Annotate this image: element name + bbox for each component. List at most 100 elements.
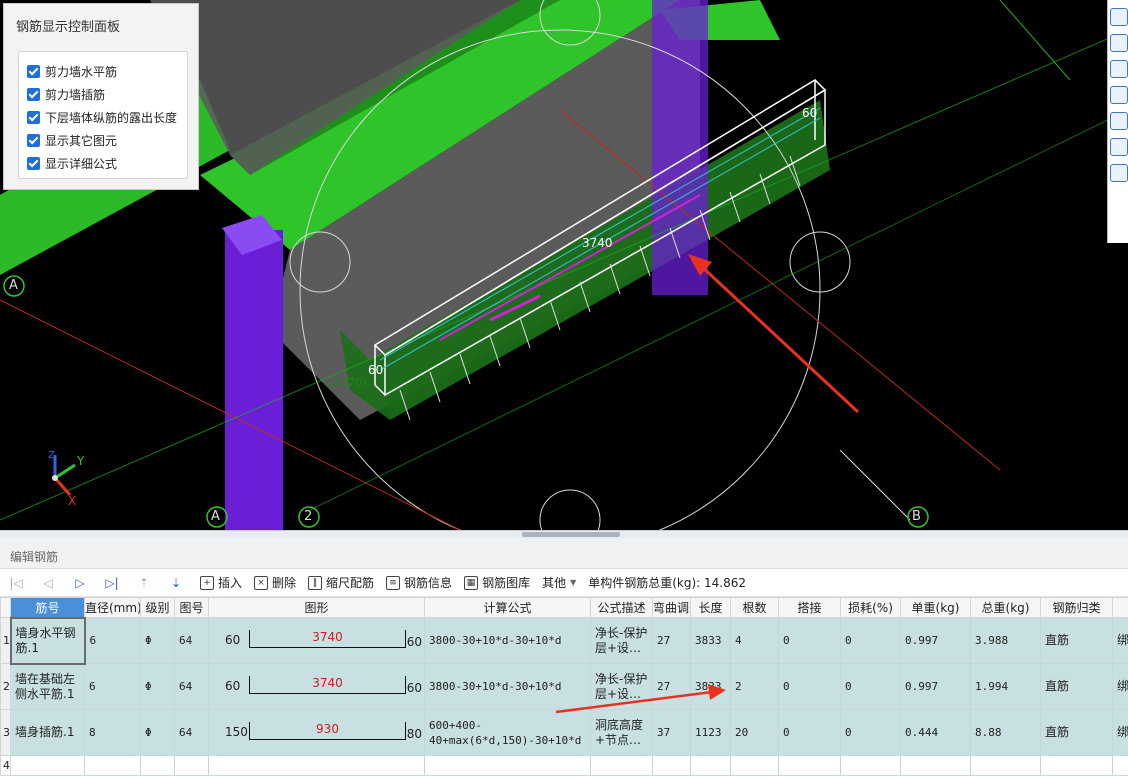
view-box-icon[interactable] <box>1110 60 1128 78</box>
checkbox-checked-icon[interactable] <box>27 157 40 170</box>
cell-length[interactable]: 3833 <box>690 617 731 664</box>
cell-count[interactable]: 2 <box>730 663 779 710</box>
header-count[interactable]: 根数 <box>730 597 779 618</box>
cell-length[interactable]: 3833 <box>690 663 731 710</box>
header-extra[interactable] <box>1112 597 1128 618</box>
cell-bar-name[interactable]: 墙在基础左侧水平筋.1 <box>10 663 85 710</box>
cell-shape[interactable]: 60 3740 60 <box>208 617 425 664</box>
cell-formula[interactable]: 3800-30+10*d-30+10*d <box>424 617 591 664</box>
header-lap[interactable]: 搭接 <box>778 597 841 618</box>
next-record-icon[interactable]: ▷ <box>72 576 88 590</box>
panel-splitter[interactable] <box>0 530 1128 538</box>
last-record-icon[interactable]: ▷| <box>104 576 120 590</box>
move-up-icon[interactable]: ⇡ <box>136 576 152 590</box>
cell-grade[interactable]: Φ <box>140 709 175 756</box>
cell-grade[interactable]: Φ <box>140 617 175 664</box>
cell-diameter[interactable]: 6 <box>84 617 141 664</box>
cell-figure-no[interactable]: 64 <box>174 617 209 664</box>
header-figure-no[interactable]: 图号 <box>174 597 209 618</box>
orbit-view-icon[interactable] <box>1110 8 1128 26</box>
cell-grade[interactable]: Φ <box>140 663 175 710</box>
prev-record-icon[interactable]: ◁ <box>40 576 56 590</box>
header-grade[interactable]: 级别 <box>140 597 175 618</box>
header-length[interactable]: 长度 <box>690 597 731 618</box>
row-number[interactable]: 4 <box>0 755 11 776</box>
header-diameter[interactable]: 直径(mm) <box>84 597 141 618</box>
cell-lap[interactable]: 0 <box>778 709 841 756</box>
header-total-weight[interactable]: 总重(kg) <box>970 597 1041 618</box>
cell-extra[interactable]: 绑 <box>1112 617 1128 664</box>
cell-formula[interactable]: 3800-30+10*d-30+10*d <box>424 663 591 710</box>
cell-shape[interactable]: 60 3740 60 <box>208 663 425 710</box>
cell-bend-adjust[interactable]: 27 <box>652 663 691 710</box>
checkbox-checked-icon[interactable] <box>27 88 40 101</box>
cell-shape[interactable]: 150 930 80 <box>208 709 425 756</box>
table-row[interactable]: 3 墙身插筋.1 8 Φ 64 150 930 80 600+400-40+max(… <box>0 709 1128 756</box>
first-record-icon[interactable]: |◁ <box>8 576 24 590</box>
insert-button[interactable]: + 插入 <box>200 574 242 591</box>
header-unit-weight[interactable]: 单重(kg) <box>900 597 971 618</box>
cell-formula-desc[interactable]: 洞底高度+节点… <box>590 709 653 756</box>
cell-extra[interactable]: 绑 <box>1112 663 1128 710</box>
checkbox-checked-icon[interactable] <box>27 111 40 124</box>
cell-loss[interactable]: 0 <box>840 709 901 756</box>
cell-bend-adjust[interactable]: 27 <box>652 617 691 664</box>
rebar-library-button[interactable]: ▦ 钢筋图库 <box>464 574 530 591</box>
cell-total-weight[interactable]: 3.988 <box>970 617 1041 664</box>
cell-unit-weight[interactable]: 0.997 <box>900 617 971 664</box>
cell-bend-adjust[interactable]: 37 <box>652 709 691 756</box>
cell-bar-name[interactable]: 墙身插筋.1 <box>10 709 85 756</box>
row-number[interactable]: 2 <box>0 663 11 710</box>
3d-viewport[interactable]: 60 3740 60 (1070) A A 2 B X Y Z 钢筋显示控制面板… <box>0 0 1128 530</box>
delete-button[interactable]: × 删除 <box>254 574 296 591</box>
cell-count[interactable]: 4 <box>730 617 779 664</box>
properties-icon[interactable] <box>1110 164 1128 182</box>
row-number[interactable]: 1 <box>0 617 11 664</box>
row-number[interactable]: 3 <box>0 709 11 756</box>
cell-unit-weight[interactable]: 0.997 <box>900 663 971 710</box>
option-lower-wall-exposed[interactable]: 下层墙体纵筋的露出长度 <box>27 106 187 129</box>
option-show-other-elements[interactable]: 显示其它图元 <box>27 129 187 152</box>
option-show-detail-formula[interactable]: 显示详细公式 <box>27 152 187 175</box>
cell-figure-no[interactable]: 64 <box>174 663 209 710</box>
cell-figure-no[interactable]: 64 <box>174 709 209 756</box>
top-view-icon[interactable] <box>1110 86 1128 104</box>
checkbox-checked-icon[interactable] <box>27 65 40 78</box>
cell-formula[interactable]: 600+400-40+max(6*d,150)-30+10*d <box>424 709 591 756</box>
move-down-icon[interactable]: ⇣ <box>168 576 184 590</box>
cell-diameter[interactable]: 6 <box>84 663 141 710</box>
cell-lap[interactable]: 0 <box>778 663 841 710</box>
table-row-empty[interactable]: 4 <box>0 755 1128 776</box>
cell-length[interactable]: 1123 <box>690 709 731 756</box>
header-bend-adjust[interactable]: 弯曲调整 <box>652 597 691 618</box>
cell-bar-name[interactable]: 墙身水平钢筋.1 <box>9 616 86 665</box>
header-bar-no[interactable]: 筋号 <box>10 597 85 618</box>
cell-category[interactable]: 直筋 <box>1040 709 1113 756</box>
cell-category[interactable]: 直筋 <box>1040 663 1113 710</box>
cell-total-weight[interactable]: 1.994 <box>970 663 1041 710</box>
checkbox-checked-icon[interactable] <box>27 134 40 147</box>
header-formula[interactable]: 计算公式 <box>424 597 591 618</box>
2d-view-icon[interactable] <box>1110 34 1128 52</box>
cell-category[interactable]: 直筋 <box>1040 617 1113 664</box>
cell-formula-desc[interactable]: 净长-保护层+设… <box>590 663 653 710</box>
option-shear-wall-dowel[interactable]: 剪力墙插筋 <box>27 83 187 106</box>
cell-lap[interactable]: 0 <box>778 617 841 664</box>
splitter-handle[interactable] <box>522 532 620 537</box>
option-shear-wall-horizontal[interactable]: 剪力墙水平筋 <box>27 60 187 83</box>
cell-unit-weight[interactable]: 0.444 <box>900 709 971 756</box>
table-row[interactable]: 2 墙在基础左侧水平筋.1 6 Φ 64 60 3740 60 3800-30+10… <box>0 663 1128 710</box>
cell-loss[interactable]: 0 <box>840 617 901 664</box>
cell-extra[interactable]: 绑 <box>1112 709 1128 756</box>
table-row[interactable]: 1 墙身水平钢筋.1 6 Φ 64 60 3740 60 3800-30+10*d-… <box>0 616 1128 665</box>
cell-total-weight[interactable]: 8.88 <box>970 709 1041 756</box>
header-loss[interactable]: 损耗(%) <box>840 597 901 618</box>
other-dropdown[interactable]: 其他 ▼ <box>542 574 576 591</box>
selection-box-icon[interactable] <box>1110 112 1128 130</box>
rebar-info-button[interactable]: ≡ 钢筋信息 <box>386 574 452 591</box>
cell-diameter[interactable]: 8 <box>84 709 141 756</box>
scale-rebar-button[interactable]: ‖ 缩尺配筋 <box>308 574 374 591</box>
cell-formula-desc[interactable]: 净长-保护层+设… <box>590 617 653 664</box>
cell-loss[interactable]: 0 <box>840 663 901 710</box>
cube-view-icon[interactable] <box>1110 138 1128 156</box>
